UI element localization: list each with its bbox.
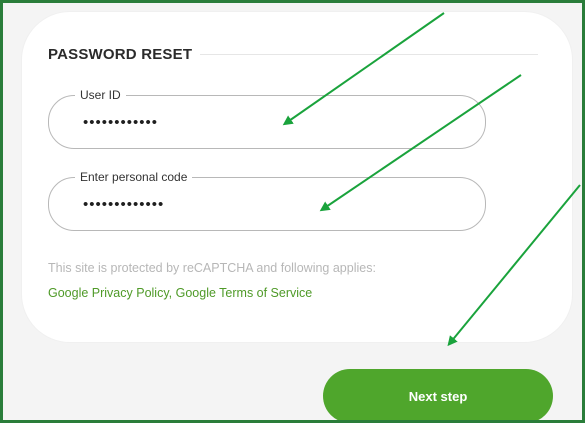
next-step-button[interactable]: Next step: [323, 369, 553, 420]
screenshot-frame: PASSWORD RESET User ID •••••••••••• Ente…: [0, 0, 585, 423]
terms-of-service-link[interactable]: Google Terms of Service: [176, 286, 313, 300]
user-id-value[interactable]: ••••••••••••: [83, 114, 158, 132]
link-separator: ,: [168, 286, 176, 300]
user-id-field[interactable]: User ID ••••••••••••: [48, 87, 486, 149]
page-title: PASSWORD RESET: [48, 45, 193, 63]
notice-links: Google Privacy Policy, Google Terms of S…: [48, 281, 312, 305]
personal-code-field[interactable]: Enter personal code •••••••••••••: [48, 169, 486, 231]
personal-code-value[interactable]: •••••••••••••: [83, 196, 164, 214]
title-row: PASSWORD RESET: [48, 43, 538, 65]
privacy-policy-link[interactable]: Google Privacy Policy: [48, 286, 169, 300]
title-divider: [200, 53, 538, 55]
personal-code-label: Enter personal code: [75, 169, 193, 185]
user-id-label: User ID: [75, 87, 126, 103]
recaptcha-notice: This site is protected by reCAPTCHA and …: [48, 261, 376, 275]
